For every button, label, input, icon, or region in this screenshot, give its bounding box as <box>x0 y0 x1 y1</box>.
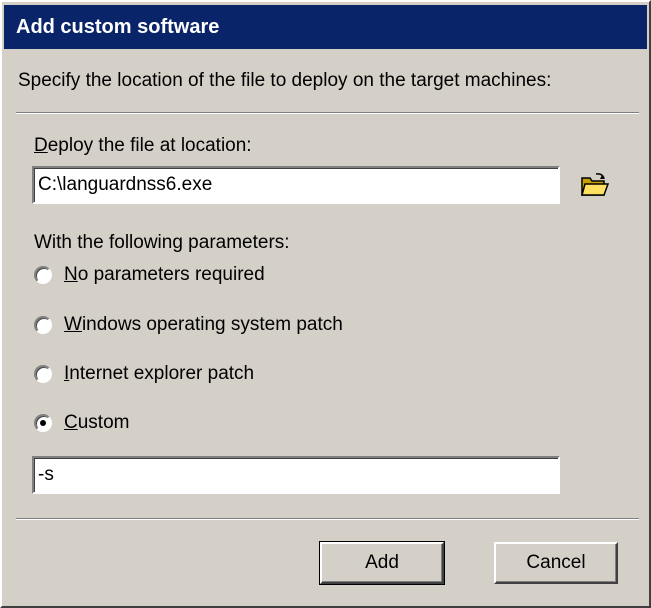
label-text: nternet explorer patch <box>69 363 255 384</box>
radio-button[interactable] <box>34 266 52 284</box>
add-custom-software-dialog: Add custom software Specify the location… <box>0 0 651 608</box>
location-label: Deploy the file at location: <box>34 135 252 157</box>
location-input[interactable]: C:\languardnss6.exe <box>32 166 560 204</box>
mnemonic-letter: C <box>64 412 78 433</box>
radio-button[interactable] <box>34 316 52 334</box>
cancel-button[interactable]: Cancel <box>494 542 618 584</box>
location-label-text: eploy the file at location: <box>47 135 252 156</box>
radio-button-selected[interactable] <box>34 414 52 432</box>
add-button[interactable]: Add <box>319 541 445 585</box>
label-text: ustom <box>77 412 130 433</box>
location-label-mnemonic: D <box>34 135 48 156</box>
radio-custom[interactable]: Custom <box>34 410 129 436</box>
radio-windows-patch-label: Windows operating system patch <box>64 314 343 336</box>
mnemonic-letter: N <box>64 264 78 285</box>
radio-ie-patch[interactable]: Internet explorer patch <box>34 361 254 387</box>
label-text: o parameters required <box>77 264 265 285</box>
radio-windows-patch[interactable]: Windows operating system patch <box>34 312 343 338</box>
radio-no-parameters[interactable]: No parameters required <box>34 262 265 288</box>
radio-custom-label: Custom <box>64 412 129 434</box>
instruction-text: Specify the location of the file to depl… <box>18 70 552 91</box>
dialog-title: Add custom software <box>4 5 647 49</box>
radio-button[interactable] <box>34 365 52 383</box>
label-text: indows operating system patch <box>81 314 343 335</box>
mnemonic-letter: W <box>64 314 82 335</box>
radio-ie-patch-label: Internet explorer patch <box>64 363 254 385</box>
separator-bottom <box>16 518 639 520</box>
radio-no-parameters-label: No parameters required <box>64 264 265 286</box>
parameters-label: With the following parameters: <box>34 232 290 253</box>
custom-parameters-input[interactable]: -s <box>32 456 560 494</box>
separator-top <box>16 112 639 114</box>
open-folder-icon[interactable] <box>580 172 610 198</box>
